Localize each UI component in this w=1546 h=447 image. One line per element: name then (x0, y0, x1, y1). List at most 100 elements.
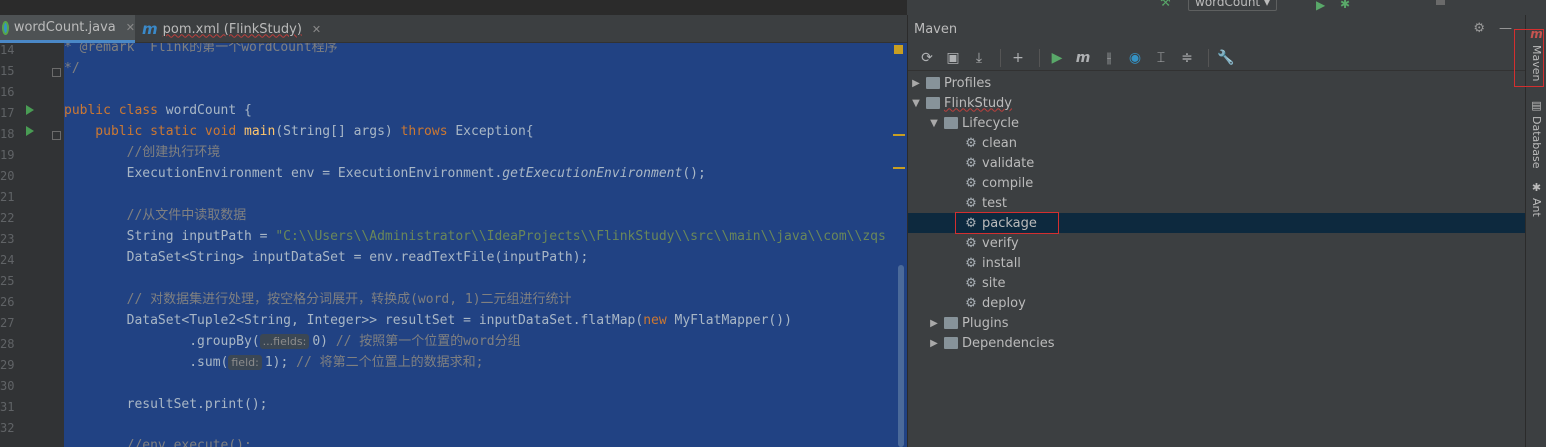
code-static-call: getExecutionEnvironment (502, 166, 683, 181)
run-icon[interactable]: ▶ (1316, 0, 1325, 12)
tree-node-goal[interactable]: ⚙ test (908, 193, 1526, 213)
debug-icon[interactable]: ✱ (1340, 0, 1350, 11)
toolbar-separator (1039, 48, 1040, 67)
collapse-all-icon[interactable]: ≑ (1176, 47, 1198, 69)
reload-icon[interactable]: ⟳ (916, 47, 938, 69)
expand-arrow-icon[interactable]: ▶ (928, 318, 940, 329)
download-icon[interactable]: ⤓ (968, 47, 990, 69)
gear-icon: ⚙ (965, 255, 977, 271)
expand-arrow-icon[interactable]: ▶ (928, 338, 940, 349)
tree-label: compile (982, 175, 1034, 191)
tab-pom-xml[interactable]: m pom.xml (FlinkStudy) ✕ (136, 15, 321, 43)
error-stripe-mark[interactable] (893, 134, 905, 136)
tab-wordcount-java[interactable]: wordCount.java ✕ (0, 15, 135, 43)
gear-icon: ⚙ (965, 175, 977, 191)
tree-node-plugins[interactable]: ▶ Plugins (908, 313, 1526, 333)
code-text: resultSet.print(); (64, 397, 268, 412)
close-icon[interactable]: ✕ (126, 21, 135, 34)
execute-goal-icon[interactable]: m (1072, 47, 1094, 69)
code-editor[interactable]: wordCount.java ✕ m pom.xml (FlinkStudy) … (0, 0, 907, 447)
code-comment: // 对数据集进行处理，按空格分词展开，转换成(word, 1)二元组进行统计 (64, 292, 572, 307)
run-icon[interactable]: ▶ (1046, 47, 1068, 69)
collapse-arrow-icon[interactable]: ▼ (910, 98, 922, 109)
tree-node-goal[interactable]: ⚙ install (908, 253, 1526, 273)
stripe-tab-label: Ant (1530, 198, 1543, 217)
expand-arrow-icon[interactable]: ▶ (910, 78, 922, 89)
generate-sources-icon[interactable]: ▣ (942, 47, 964, 69)
toggle-offline-icon[interactable]: ⫲ (1098, 47, 1120, 69)
code-keyword: throws (400, 124, 456, 139)
run-gutter-icon[interactable] (26, 126, 34, 136)
folder-icon (944, 337, 958, 349)
tree-node-goal[interactable]: ⚙ site (908, 273, 1526, 293)
stop-icon[interactable] (1436, 0, 1445, 5)
collapse-arrow-icon[interactable]: ▼ (928, 118, 940, 129)
editor-tab-bar: wordCount.java ✕ m pom.xml (FlinkStudy) … (0, 15, 907, 43)
warning-marker[interactable] (894, 45, 903, 54)
maven-tool-window: Maven ⚙ — ⟳ ▣ ⤓ + ▶ m ⫲ ◉ ⌶ ≑ 🔧 ▶ Profil… (907, 15, 1526, 447)
tree-node-goal[interactable]: ⚙ deploy (908, 293, 1526, 313)
stripe-tab-database[interactable]: ▤ Database (1526, 99, 1546, 169)
highlight-box (955, 212, 1059, 234)
code-area[interactable]: * @remark Flink的第一个wordCount程序 */ public… (64, 43, 907, 447)
line-number: 14 (0, 43, 15, 57)
tree-node-profiles[interactable]: ▶ Profiles (908, 73, 1526, 93)
add-icon[interactable]: + (1007, 47, 1029, 69)
run-configuration-select[interactable]: wordCount ▾ (1188, 0, 1277, 11)
code-text: 0) (312, 334, 336, 349)
run-config-label: wordCount (1195, 0, 1261, 9)
tree-node-goal[interactable]: ⚙ compile (908, 173, 1526, 193)
build-icon[interactable]: ⚒ (1160, 0, 1171, 9)
fold-icon[interactable] (52, 131, 61, 140)
line-number: 29 (0, 358, 15, 372)
tree-node-project[interactable]: ▼ FlinkStudy (908, 93, 1526, 113)
highlight-box (1514, 29, 1544, 87)
folder-icon (944, 317, 958, 329)
gear-icon[interactable]: ⚙ (1473, 21, 1485, 36)
run-gutter-icon[interactable] (26, 105, 34, 115)
tree-node-dependencies[interactable]: ▶ Dependencies (908, 333, 1526, 353)
gear-icon: ⚙ (965, 295, 977, 311)
ant-icon: ✱ (1531, 181, 1542, 194)
gear-icon: ⚙ (965, 235, 977, 251)
error-stripe-mark[interactable] (893, 167, 905, 169)
profiles-icon (926, 77, 940, 89)
tree-label: site (982, 275, 1006, 291)
line-number: 28 (0, 337, 15, 351)
code-text: DataSet<Tuple2<String, Integer>> resultS… (64, 313, 644, 328)
line-number: 16 (0, 85, 15, 99)
editor-scrollbar[interactable] (898, 265, 904, 447)
skip-tests-icon[interactable]: ◉ (1124, 47, 1146, 69)
gear-icon: ⚙ (965, 275, 977, 291)
line-number: 24 (0, 253, 15, 267)
code-comment: //创建执行环境 (64, 145, 221, 160)
stripe-tab-label: Database (1530, 116, 1543, 169)
tree-node-goal[interactable]: ⚙ verify (908, 233, 1526, 253)
gear-icon: ⚙ (965, 135, 977, 151)
tree-node-lifecycle[interactable]: ▼ Lifecycle (908, 113, 1526, 133)
wrench-icon[interactable]: 🔧 (1215, 47, 1237, 69)
stripe-tab-ant[interactable]: ✱ Ant (1526, 181, 1546, 217)
right-tool-stripe: m Maven ▤ Database ✱ Ant (1514, 15, 1546, 447)
fold-icon[interactable] (52, 68, 61, 77)
minimize-icon[interactable]: — (1499, 21, 1512, 36)
close-icon[interactable]: ✕ (312, 23, 321, 36)
gear-icon: ⚙ (965, 195, 977, 211)
code-text: 1); (264, 355, 297, 370)
code-method: main (244, 124, 276, 139)
maven-title: Maven (914, 21, 958, 37)
code-text: .sum( (64, 355, 229, 370)
tree-node-goal[interactable]: ⚙ clean (908, 133, 1526, 153)
code-text: (); (682, 166, 706, 181)
code-text: String inputPath = (64, 229, 276, 244)
code-text: Exception{ (455, 124, 534, 139)
tree-node-goal[interactable]: ⚙ validate (908, 153, 1526, 173)
tree-label: Lifecycle (962, 115, 1020, 131)
editor-gutter: 14 15 16 17 18 19 20 21 22 23 24 25 26 2… (0, 43, 64, 447)
code-comment: //从文件中读取数据 (64, 208, 247, 223)
show-dependencies-icon[interactable]: ⌶ (1150, 47, 1172, 69)
line-number: 15 (0, 64, 15, 78)
java-class-icon (2, 20, 9, 35)
code-text: wordCount { (165, 103, 252, 118)
code-comment: // 将第二个位置上的数据求和; (296, 355, 484, 370)
